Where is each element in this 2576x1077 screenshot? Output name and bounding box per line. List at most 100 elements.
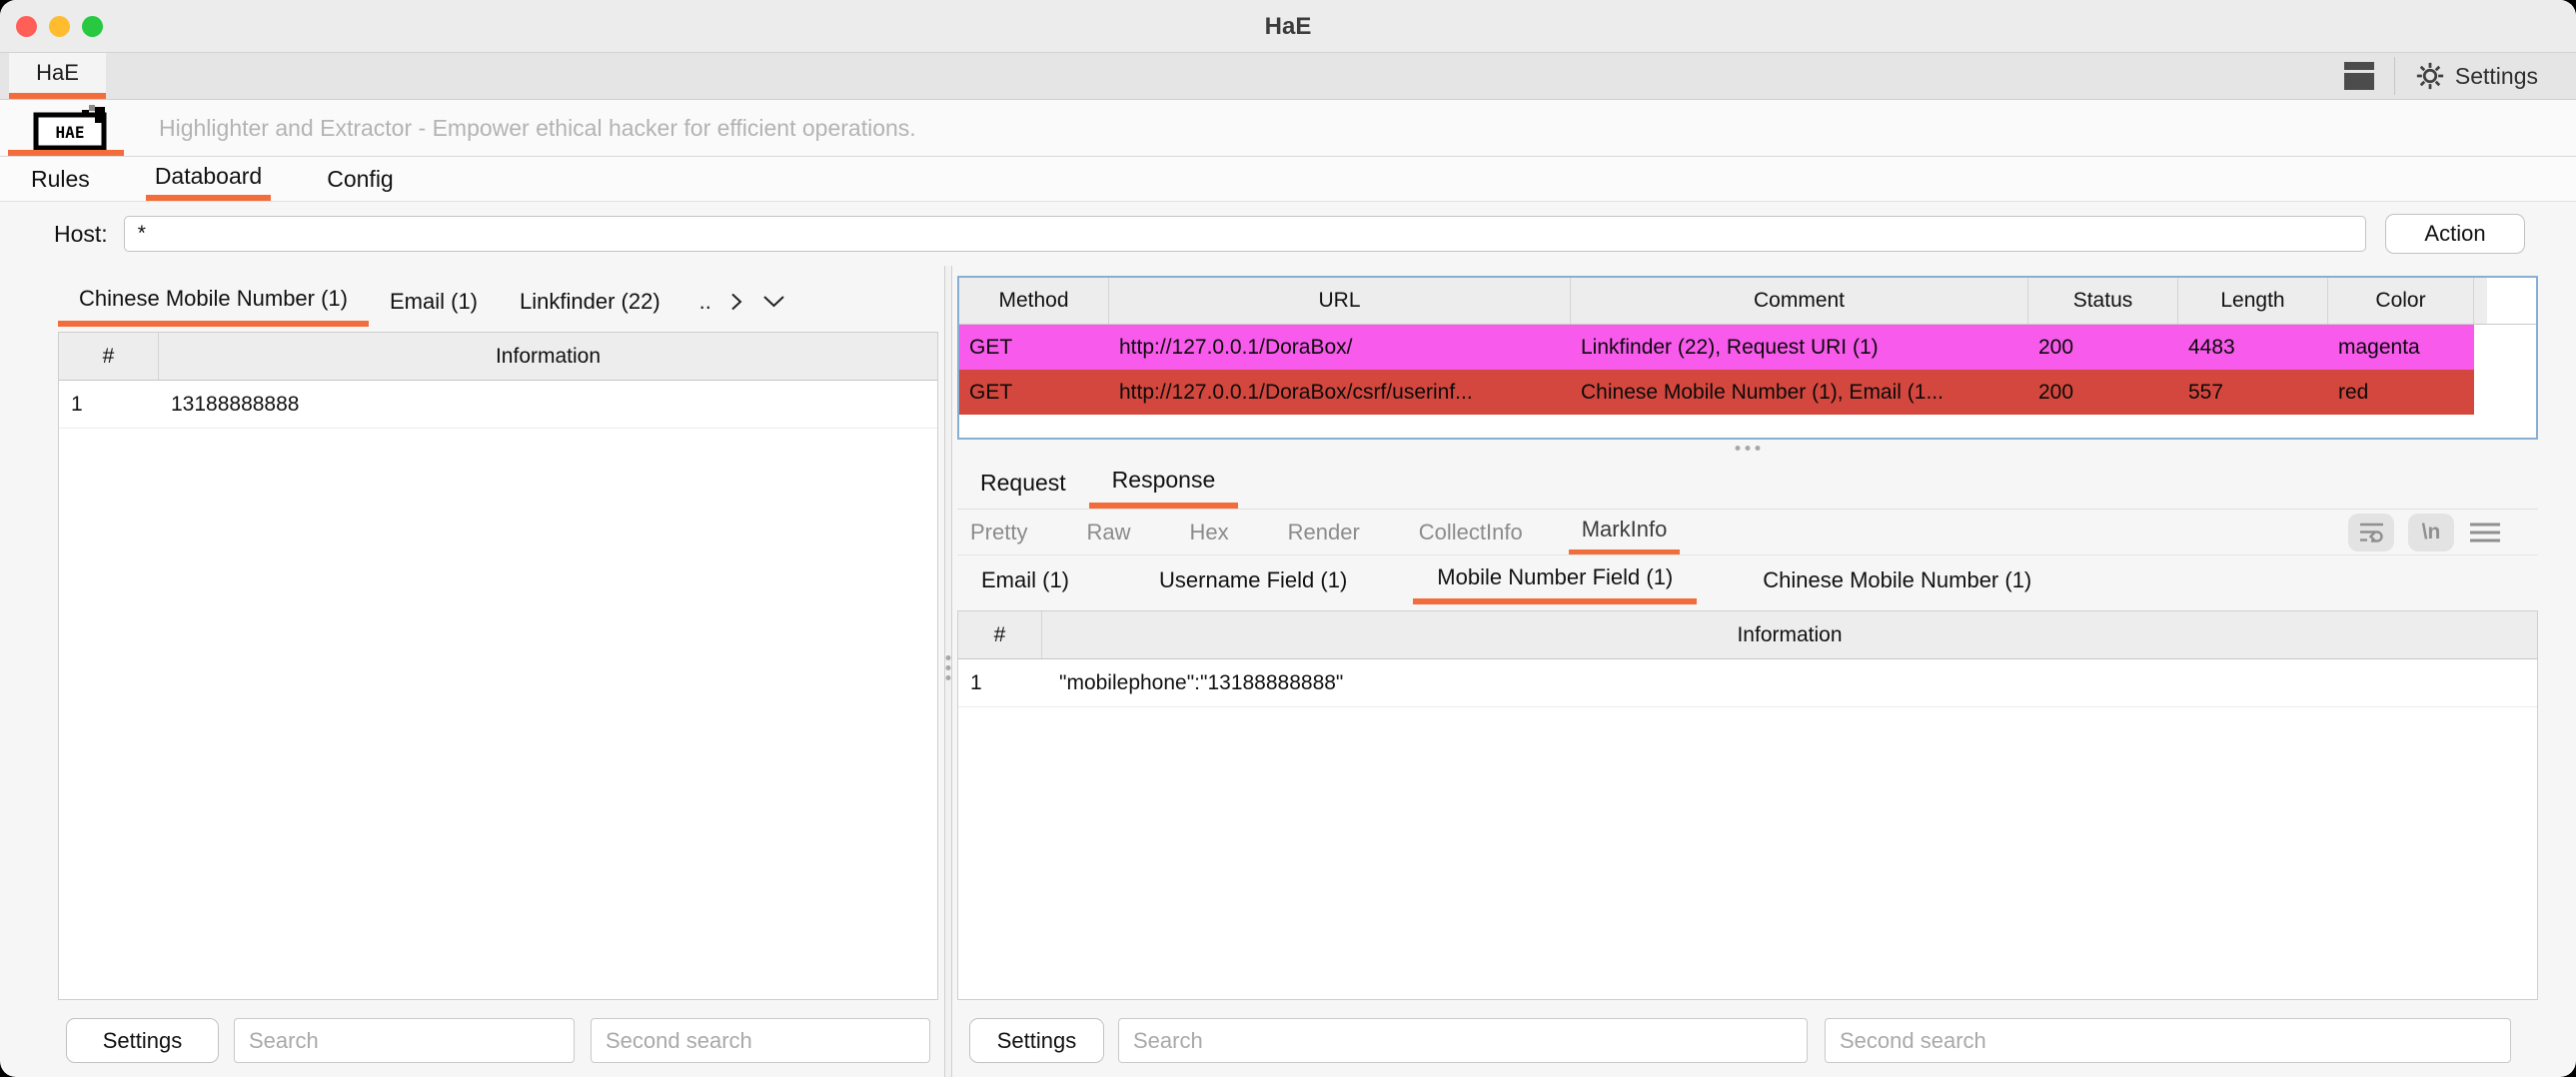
logo-active-underline — [8, 150, 124, 156]
cell-status: 200 — [2028, 325, 2178, 370]
host-input[interactable] — [124, 216, 2366, 252]
column-header-color[interactable]: Color — [2328, 278, 2474, 324]
left-info-table[interactable]: # Information 1 13188888888 — [58, 332, 938, 1000]
column-header-num[interactable]: # — [59, 333, 159, 380]
tab-mark-email[interactable]: Email (1) — [957, 555, 1093, 604]
nav-tabs: Rules Databoard Config — [0, 157, 2576, 202]
host-filter-row: Host: Action — [0, 202, 2576, 266]
cell-color: red — [2328, 370, 2474, 415]
right-settings-button[interactable]: Settings — [969, 1018, 1104, 1063]
left-settings-button[interactable]: Settings — [66, 1018, 219, 1063]
cell-comment: Chinese Mobile Number (1), Email (1... — [1571, 370, 2028, 415]
tab-chinese-mobile-number[interactable]: Chinese Mobile Number (1) — [58, 276, 369, 327]
gear-icon — [2415, 61, 2445, 91]
svg-text:HAE: HAE — [56, 123, 85, 142]
tab-hae[interactable]: HaE — [9, 53, 106, 99]
settings-menu-button[interactable]: Settings — [2415, 61, 2538, 91]
left-data-tabs: Chinese Mobile Number (1) Email (1) Link… — [58, 276, 938, 327]
word-wrap-icon[interactable] — [2348, 514, 2394, 551]
table-header: # Information — [958, 611, 2537, 659]
row-information: "mobilephone":"13188888888" — [1042, 659, 2537, 706]
right-second-search-input[interactable] — [1825, 1018, 2511, 1063]
left-panel-footer: Settings — [58, 1018, 938, 1063]
cell-method: GET — [959, 370, 1109, 415]
window-title: HaE — [0, 0, 2576, 53]
tab-collectinfo[interactable]: CollectInfo — [1406, 510, 1536, 554]
cell-url: http://127.0.0.1/DoraBox/ — [1109, 325, 1571, 370]
dock-panel-icon[interactable] — [2344, 61, 2374, 91]
tab-overflow-label: .. — [699, 289, 711, 315]
panel-splitter-horizontal[interactable] — [957, 440, 2538, 457]
view-tabs: Pretty Raw Hex Render CollectInfo MarkIn… — [957, 510, 2538, 555]
tab-mark-username-field[interactable]: Username Field (1) — [1135, 555, 1371, 604]
cell-filler — [2474, 370, 2536, 415]
row-num: 1 — [958, 659, 1042, 706]
row-num: 1 — [59, 381, 159, 428]
table-row[interactable]: 1 13188888888 — [59, 381, 937, 429]
tab-pretty[interactable]: Pretty — [957, 510, 1040, 554]
table-row[interactable]: 1 "mobilephone":"13188888888" — [958, 659, 2537, 707]
tabbar-divider — [2394, 57, 2395, 95]
tab-raw[interactable]: Raw — [1073, 510, 1143, 554]
cell-length: 557 — [2178, 370, 2328, 415]
left-panel: Chinese Mobile Number (1) Email (1) Link… — [0, 266, 944, 1077]
hamburger-menu-icon[interactable] — [2468, 520, 2502, 545]
cell-length: 4483 — [2178, 325, 2328, 370]
hae-logo: HAE — [33, 105, 117, 151]
markinfo-table[interactable]: # Information 1 "mobilephone":"131888888… — [957, 610, 2538, 1000]
view-toolbar-icons: \n — [2348, 510, 2502, 554]
host-label: Host: — [54, 221, 108, 248]
cell-url: http://127.0.0.1/DoraBox/csrf/userinf... — [1109, 370, 1571, 415]
newline-icon[interactable]: \n — [2408, 514, 2454, 551]
panel-splitter-vertical[interactable] — [944, 266, 952, 1077]
request-row-magenta[interactable]: GET http://127.0.0.1/DoraBox/ Linkfinder… — [959, 325, 2536, 370]
tab-email[interactable]: Email (1) — [369, 276, 499, 327]
newline-icon-label: \n — [2422, 521, 2441, 544]
tabbar-right-controls: Settings — [2344, 53, 2576, 99]
cell-status: 200 — [2028, 370, 2178, 415]
column-header-length[interactable]: Length — [2178, 278, 2328, 324]
tab-overflow-controls: .. — [699, 276, 786, 327]
column-header-information[interactable]: Information — [159, 333, 937, 380]
column-header-comment[interactable]: Comment — [1571, 278, 2028, 324]
tab-mark-chinese-mobile-number[interactable]: Chinese Mobile Number (1) — [1739, 555, 2055, 604]
right-panel: Method URL Comment Status Length Color G… — [952, 266, 2576, 1077]
message-tabs: Request Response — [957, 457, 2538, 510]
databoard-content: Chinese Mobile Number (1) Email (1) Link… — [0, 266, 2576, 1077]
column-header-status[interactable]: Status — [2028, 278, 2178, 324]
extension-tabbar: HaE Settings — [0, 53, 2576, 100]
chevron-down-icon[interactable] — [761, 294, 786, 309]
tab-databoard[interactable]: Databoard — [146, 157, 271, 201]
tab-markinfo[interactable]: MarkInfo — [1569, 510, 1681, 554]
left-search-input[interactable] — [234, 1018, 575, 1063]
banner-row: HAE Highlighter and Extractor - Empower … — [0, 100, 2576, 157]
tab-mark-mobile-number-field[interactable]: Mobile Number Field (1) — [1413, 555, 1697, 604]
tab-request[interactable]: Request — [957, 457, 1089, 509]
tab-config[interactable]: Config — [318, 157, 402, 201]
request-table-header: Method URL Comment Status Length Color — [959, 278, 2536, 325]
markinfo-tabs: Email (1) Username Field (1) Mobile Numb… — [957, 555, 2538, 604]
column-header-url[interactable]: URL — [1109, 278, 1571, 324]
cell-comment: Linkfinder (22), Request URI (1) — [1571, 325, 2028, 370]
titlebar: HaE — [0, 0, 2576, 53]
banner-subtitle: Highlighter and Extractor - Empower ethi… — [159, 115, 916, 142]
tab-response[interactable]: Response — [1089, 457, 1239, 509]
chevron-right-icon[interactable] — [725, 291, 747, 313]
request-list-table[interactable]: Method URL Comment Status Length Color G… — [957, 276, 2538, 440]
settings-label: Settings — [2455, 63, 2538, 90]
tab-linkfinder[interactable]: Linkfinder (22) — [499, 276, 681, 327]
action-button[interactable]: Action — [2385, 214, 2525, 254]
tab-render[interactable]: Render — [1275, 510, 1373, 554]
column-header-method[interactable]: Method — [959, 278, 1109, 324]
row-information: 13188888888 — [159, 381, 937, 428]
request-row-red[interactable]: GET http://127.0.0.1/DoraBox/csrf/userin… — [959, 370, 2536, 415]
cell-method: GET — [959, 325, 1109, 370]
left-second-search-input[interactable] — [591, 1018, 930, 1063]
tab-rules[interactable]: Rules — [22, 157, 99, 201]
tab-hex[interactable]: Hex — [1176, 510, 1241, 554]
right-search-input[interactable] — [1118, 1018, 1808, 1063]
column-header-information[interactable]: Information — [1042, 611, 2537, 658]
splitter-handle-icon — [946, 655, 951, 680]
column-header-num[interactable]: # — [958, 611, 1042, 658]
column-header-filler — [2474, 278, 2536, 324]
